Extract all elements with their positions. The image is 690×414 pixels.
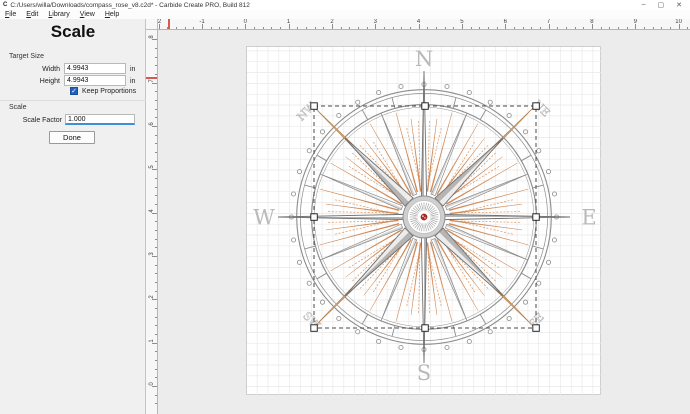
cardinal-letter: E — [581, 206, 596, 230]
panel-title: Scale — [0, 22, 146, 42]
left-ruler: 876543210 — [146, 30, 158, 414]
selection-handle[interactable] — [311, 214, 318, 221]
scale-group-label: Scale — [9, 104, 27, 111]
menu-help[interactable]: Help — [100, 11, 124, 18]
close-button[interactable]: ✕ — [676, 1, 682, 9]
done-button[interactable]: Done — [49, 131, 95, 144]
scale-factor-label: Scale Factor — [4, 117, 62, 124]
menu-bar: FileEditLibraryViewHelp — [0, 10, 690, 19]
selection-handle[interactable] — [533, 103, 540, 110]
menu-edit[interactable]: Edit — [21, 11, 43, 18]
cardinal-letter: W — [253, 206, 275, 230]
selection-handle[interactable] — [533, 325, 540, 332]
ruler-position-marker-y — [146, 77, 158, 79]
design-sheet[interactable]: NESWNWNESWSE — [246, 46, 601, 395]
menu-view[interactable]: View — [75, 11, 100, 18]
workspace: -2-1012345678910 876543210 NESWNWNESWSE — [146, 19, 690, 414]
maximize-button[interactable]: ▢ — [658, 1, 665, 9]
menu-library[interactable]: Library — [43, 11, 74, 18]
cardinal-letter: S — [417, 361, 431, 385]
scale-factor-input[interactable] — [65, 114, 135, 125]
selection-handle[interactable] — [311, 325, 318, 332]
scale-panel: Scale Target Size Width in Height in ✓ K… — [0, 19, 146, 414]
selection-handle[interactable] — [311, 103, 318, 110]
keep-proportions-checkbox[interactable]: ✓ — [70, 87, 78, 95]
selection-handle[interactable] — [533, 214, 540, 221]
compass-rose-drawing[interactable]: NESWNWNESWSE — [247, 47, 602, 396]
keep-proportions-label[interactable]: Keep Proportions — [82, 88, 136, 95]
ruler-corner — [146, 19, 158, 30]
height-unit: in — [130, 78, 135, 85]
height-input[interactable] — [64, 75, 126, 86]
menu-file[interactable]: File — [0, 11, 21, 18]
cardinal-letter: N — [415, 47, 433, 71]
width-unit: in — [130, 66, 135, 73]
width-input[interactable] — [64, 63, 126, 74]
selection-handle[interactable] — [422, 103, 429, 110]
title-bar: C C:/Users/willa/Downloads/compass_rose_… — [0, 0, 690, 10]
ruler-position-marker-x — [168, 19, 170, 30]
compass-center-point — [421, 214, 427, 220]
width-label: Width — [20, 66, 60, 73]
height-label: Height — [20, 78, 60, 85]
selection-handle[interactable] — [422, 325, 429, 332]
canvas-area[interactable]: NESWNWNESWSE — [158, 30, 690, 414]
minimize-button[interactable]: – — [642, 1, 646, 9]
top-ruler: -2-1012345678910 — [146, 19, 690, 30]
window-title: C:/Users/willa/Downloads/compass_rose_v8… — [10, 2, 641, 9]
target-size-group-label: Target Size — [9, 53, 44, 60]
app-icon: C — [3, 2, 7, 8]
